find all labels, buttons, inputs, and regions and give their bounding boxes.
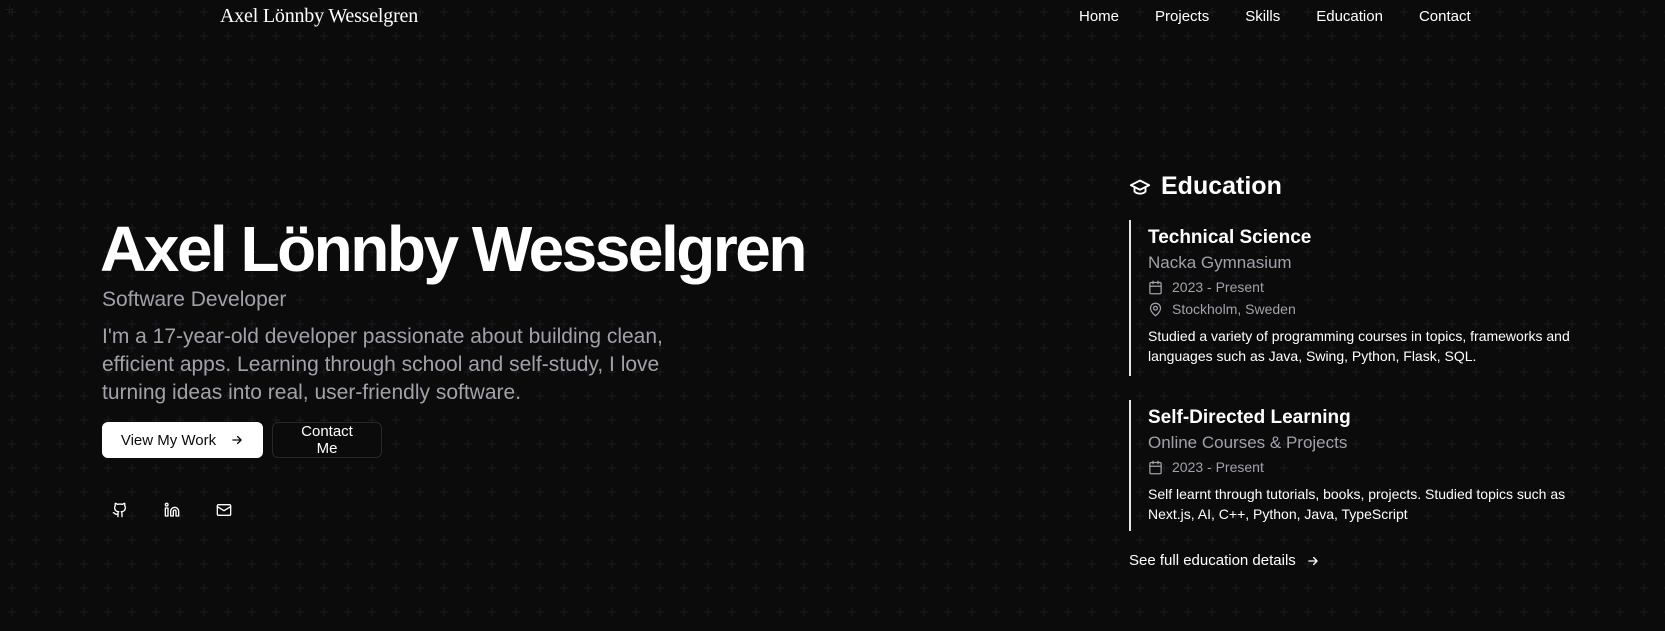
education-degree: Technical Science (1148, 227, 1312, 248)
arrow-right-icon (1308, 556, 1318, 565)
view-my-work-button[interactable]: View My Work (102, 422, 263, 458)
map-pin-icon (1149, 302, 1162, 316)
calendar-icon (1149, 460, 1162, 474)
education-description: Studied a variety of programming courses… (1148, 328, 1570, 364)
nav-link-home[interactable]: Home (1079, 8, 1119, 25)
nav-brand[interactable]: Axel Lönnby Wesselgren (220, 5, 418, 28)
education-location-text: Stockholm, Sweden (1172, 301, 1296, 317)
education-item: Self-Directed Learning Online Courses & … (1129, 400, 1599, 531)
arrow-right-icon (232, 435, 242, 445)
education-item: Technical Science Nacka Gymnasium 2023 -… (1129, 220, 1599, 376)
see-full-education-link[interactable]: See full education details (1129, 552, 1320, 569)
education-school: Online Courses & Projects (1148, 433, 1348, 452)
education-school: Nacka Gymnasium (1148, 253, 1292, 272)
see-full-education-label: See full education details (1129, 552, 1296, 569)
education-location: Stockholm, Sweden (1148, 301, 1599, 317)
view-my-work-label: View My Work (120, 431, 217, 449)
nav-links: Home Projects Skills Education Contact (1079, 8, 1471, 25)
social-links (106, 496, 262, 524)
education-dates-text: 2023 - Present (1172, 279, 1264, 295)
education-title: Education (1161, 172, 1282, 200)
hero-role: Software Developer (102, 288, 287, 311)
nav-link-contact[interactable]: Contact (1419, 8, 1471, 25)
calendar-icon (1149, 280, 1162, 294)
linkedin-icon[interactable] (158, 496, 186, 524)
nav-link-education[interactable]: Education (1316, 8, 1383, 25)
education-description: Self learnt through tutorials, books, pr… (1148, 486, 1566, 522)
education-dates: 2023 - Present (1148, 459, 1599, 475)
education-degree: Self-Directed Learning (1148, 407, 1351, 428)
hero-buttons: View My Work Contact Me (102, 422, 382, 458)
graduation-cap-icon (1129, 179, 1151, 195)
contact-me-button[interactable]: Contact Me (272, 422, 382, 458)
hero-description: I'm a 17-year-old developer passionate a… (102, 325, 663, 404)
nav-link-skills[interactable]: Skills (1245, 8, 1280, 25)
education-header: Education (1129, 172, 1282, 201)
education-dates: 2023 - Present (1148, 279, 1599, 295)
github-icon[interactable] (106, 496, 134, 524)
nav-link-projects[interactable]: Projects (1155, 8, 1209, 25)
hero-name: Axel Lönnby Wesselgren (100, 213, 807, 285)
education-dates-text: 2023 - Present (1172, 459, 1264, 475)
mail-icon[interactable] (210, 496, 238, 524)
contact-me-label: Contact Me (301, 423, 353, 457)
portfolio-page: Axel Lönnby Wesselgren Home Projects Ski… (0, 0, 1665, 631)
